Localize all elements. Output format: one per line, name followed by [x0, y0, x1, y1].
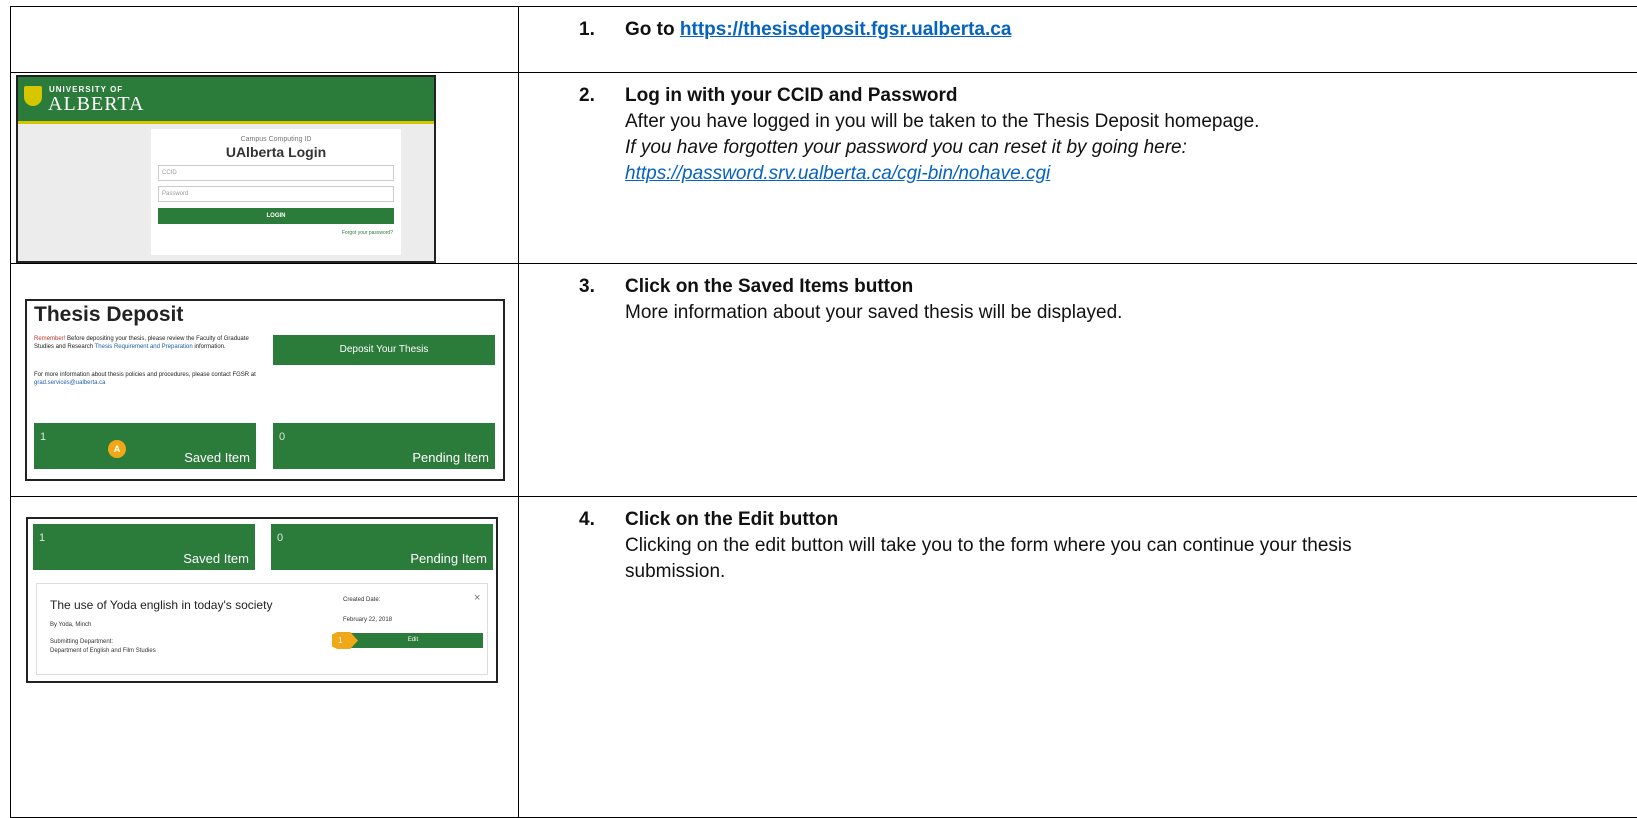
thesis-author: By Yoda, Minch — [50, 622, 91, 628]
step-4-image-cell: 1 Saved Item 0 Pending Item The use of Y… — [11, 497, 519, 818]
step-4-heading: Click on the Edit button — [625, 507, 1637, 533]
instruction-table: 1. Go to https://thesisdeposit.fgsr.ualb… — [10, 6, 1637, 818]
deposit-title: Thesis Deposit — [34, 303, 183, 327]
step-1-image-cell — [11, 7, 519, 73]
step-4-line-2: submission. — [625, 559, 1637, 585]
step-3-instruction: 3. Click on the Saved Items button More … — [519, 264, 1637, 326]
step-2-instruction: 2. Log in with your CCID and Password Af… — [519, 73, 1637, 187]
step-1-heading: Go to — [625, 19, 680, 40]
step-4-line-1: Clicking on the edit button will take yo… — [625, 533, 1637, 559]
step-row-4: 1 Saved Item 0 Pending Item The use of Y… — [11, 497, 1637, 818]
contact-text: For more information about thesis polici… — [34, 372, 256, 378]
thesis-title: The use of Yoda english in today's socie… — [50, 598, 272, 612]
step-3-image-cell: Thesis Deposit Remember! Before depositi… — [11, 264, 519, 497]
password-reset-link[interactable]: https://password.srv.ualberta.ca/cgi-bin… — [625, 163, 1050, 184]
step-2-heading: Log in with your CCID and Password — [625, 83, 1637, 109]
saved-thesis-card: The use of Yoda english in today's socie… — [36, 583, 488, 675]
ualberta-seal-icon — [24, 86, 42, 106]
ualberta-header: UNIVERSITY OF ALBERTA — [18, 77, 434, 124]
deposit-notice: Remember! Before depositing your thesis,… — [34, 335, 266, 351]
instruction-document: 1. Go to https://thesisdeposit.fgsr.ualb… — [10, 6, 1637, 815]
step-2-number: 2. — [579, 83, 595, 109]
step-1-number: 1. — [579, 17, 595, 43]
remember-label: Remember! — [34, 336, 65, 342]
login-card: Campus Computing ID UAlberta Login CCID … — [151, 129, 401, 255]
step-3-heading: Click on the Saved Items button — [625, 274, 1637, 300]
deposit-thesis-button[interactable]: Deposit Your Thesis — [273, 335, 495, 365]
department-value: Department of English and Film Studies — [50, 647, 156, 656]
saved-item-screenshot: 1 Saved Item 0 Pending Item The use of Y… — [26, 517, 498, 683]
step-4-text-cell: 4. Click on the Edit button Clicking on … — [519, 497, 1637, 818]
step-2-image-cell: UNIVERSITY OF ALBERTA Campus Computing I… — [11, 73, 519, 264]
saved-item-tile[interactable]: 1 Saved Item — [33, 524, 255, 570]
created-date-label: Created Date: — [343, 597, 380, 603]
edit-button[interactable]: Edit — [343, 633, 483, 648]
forgot-password-link[interactable]: Forgot your password? — [151, 230, 393, 236]
step-4-number: 4. — [579, 507, 595, 533]
saved-label: Saved Item — [183, 551, 249, 566]
step-3-line-1: More information about your saved thesis… — [625, 300, 1637, 326]
step-3-number: 3. — [579, 274, 595, 300]
pending-item-tile[interactable]: 0 Pending Item — [273, 423, 495, 469]
login-title: UAlberta Login — [151, 144, 401, 160]
pending-item-tile[interactable]: 0 Pending Item — [271, 524, 493, 570]
saved-item-tile[interactable]: 1 Saved Item — [34, 423, 256, 469]
created-date-value: February 22, 2018 — [343, 617, 392, 623]
step-1-text-cell: 1. Go to https://thesisdeposit.fgsr.ualb… — [519, 7, 1637, 73]
saved-label: Saved Item — [184, 450, 250, 465]
login-caption: Campus Computing ID — [151, 136, 401, 143]
step-2-line-2: If you have forgotten your password you … — [625, 135, 1637, 161]
requirements-link[interactable]: Thesis Requirement and Preparation — [95, 344, 193, 350]
pending-count: 0 — [279, 431, 285, 443]
pending-label: Pending Item — [412, 450, 489, 465]
step-1-instruction: 1. Go to https://thesisdeposit.fgsr.ualb… — [519, 7, 1637, 43]
pending-label: Pending Item — [410, 551, 487, 566]
step-3-text-cell: 3. Click on the Saved Items button More … — [519, 264, 1637, 497]
department-label: Submitting Department: — [50, 638, 156, 647]
saved-count: 1 — [40, 431, 46, 443]
step-row-1: 1. Go to https://thesisdeposit.fgsr.ualb… — [11, 7, 1637, 73]
step-4-instruction: 4. Click on the Edit button Clicking on … — [519, 497, 1637, 585]
step-row-3: Thesis Deposit Remember! Before depositi… — [11, 264, 1637, 497]
callout-marker-a: A — [108, 440, 126, 458]
thesis-department: Submitting Department: Department of Eng… — [50, 638, 156, 656]
grad-services-email-link[interactable]: grad.services@ualberta.ca — [34, 380, 105, 386]
close-icon[interactable]: × — [474, 592, 480, 604]
login-screenshot: UNIVERSITY OF ALBERTA Campus Computing I… — [16, 75, 436, 263]
pending-count: 0 — [277, 532, 283, 544]
deposit-contact: For more information about thesis polici… — [34, 371, 266, 387]
step-2-text-cell: 2. Log in with your CCID and Password Af… — [519, 73, 1637, 264]
step-row-2: UNIVERSITY OF ALBERTA Campus Computing I… — [11, 73, 1637, 264]
saved-count: 1 — [39, 532, 45, 544]
password-input[interactable]: Password — [158, 186, 394, 202]
step-2-line-1: After you have logged in you will be tak… — [625, 109, 1637, 135]
ccid-input[interactable]: CCID — [158, 165, 394, 181]
logo-big-text: ALBERTA — [48, 93, 144, 116]
thesis-deposit-screenshot: Thesis Deposit Remember! Before depositi… — [25, 299, 505, 481]
thesis-deposit-link[interactable]: https://thesisdeposit.fgsr.ualberta.ca — [680, 19, 1012, 40]
login-button[interactable]: LOGIN — [158, 208, 394, 224]
notice-text-b: information. — [193, 344, 226, 350]
